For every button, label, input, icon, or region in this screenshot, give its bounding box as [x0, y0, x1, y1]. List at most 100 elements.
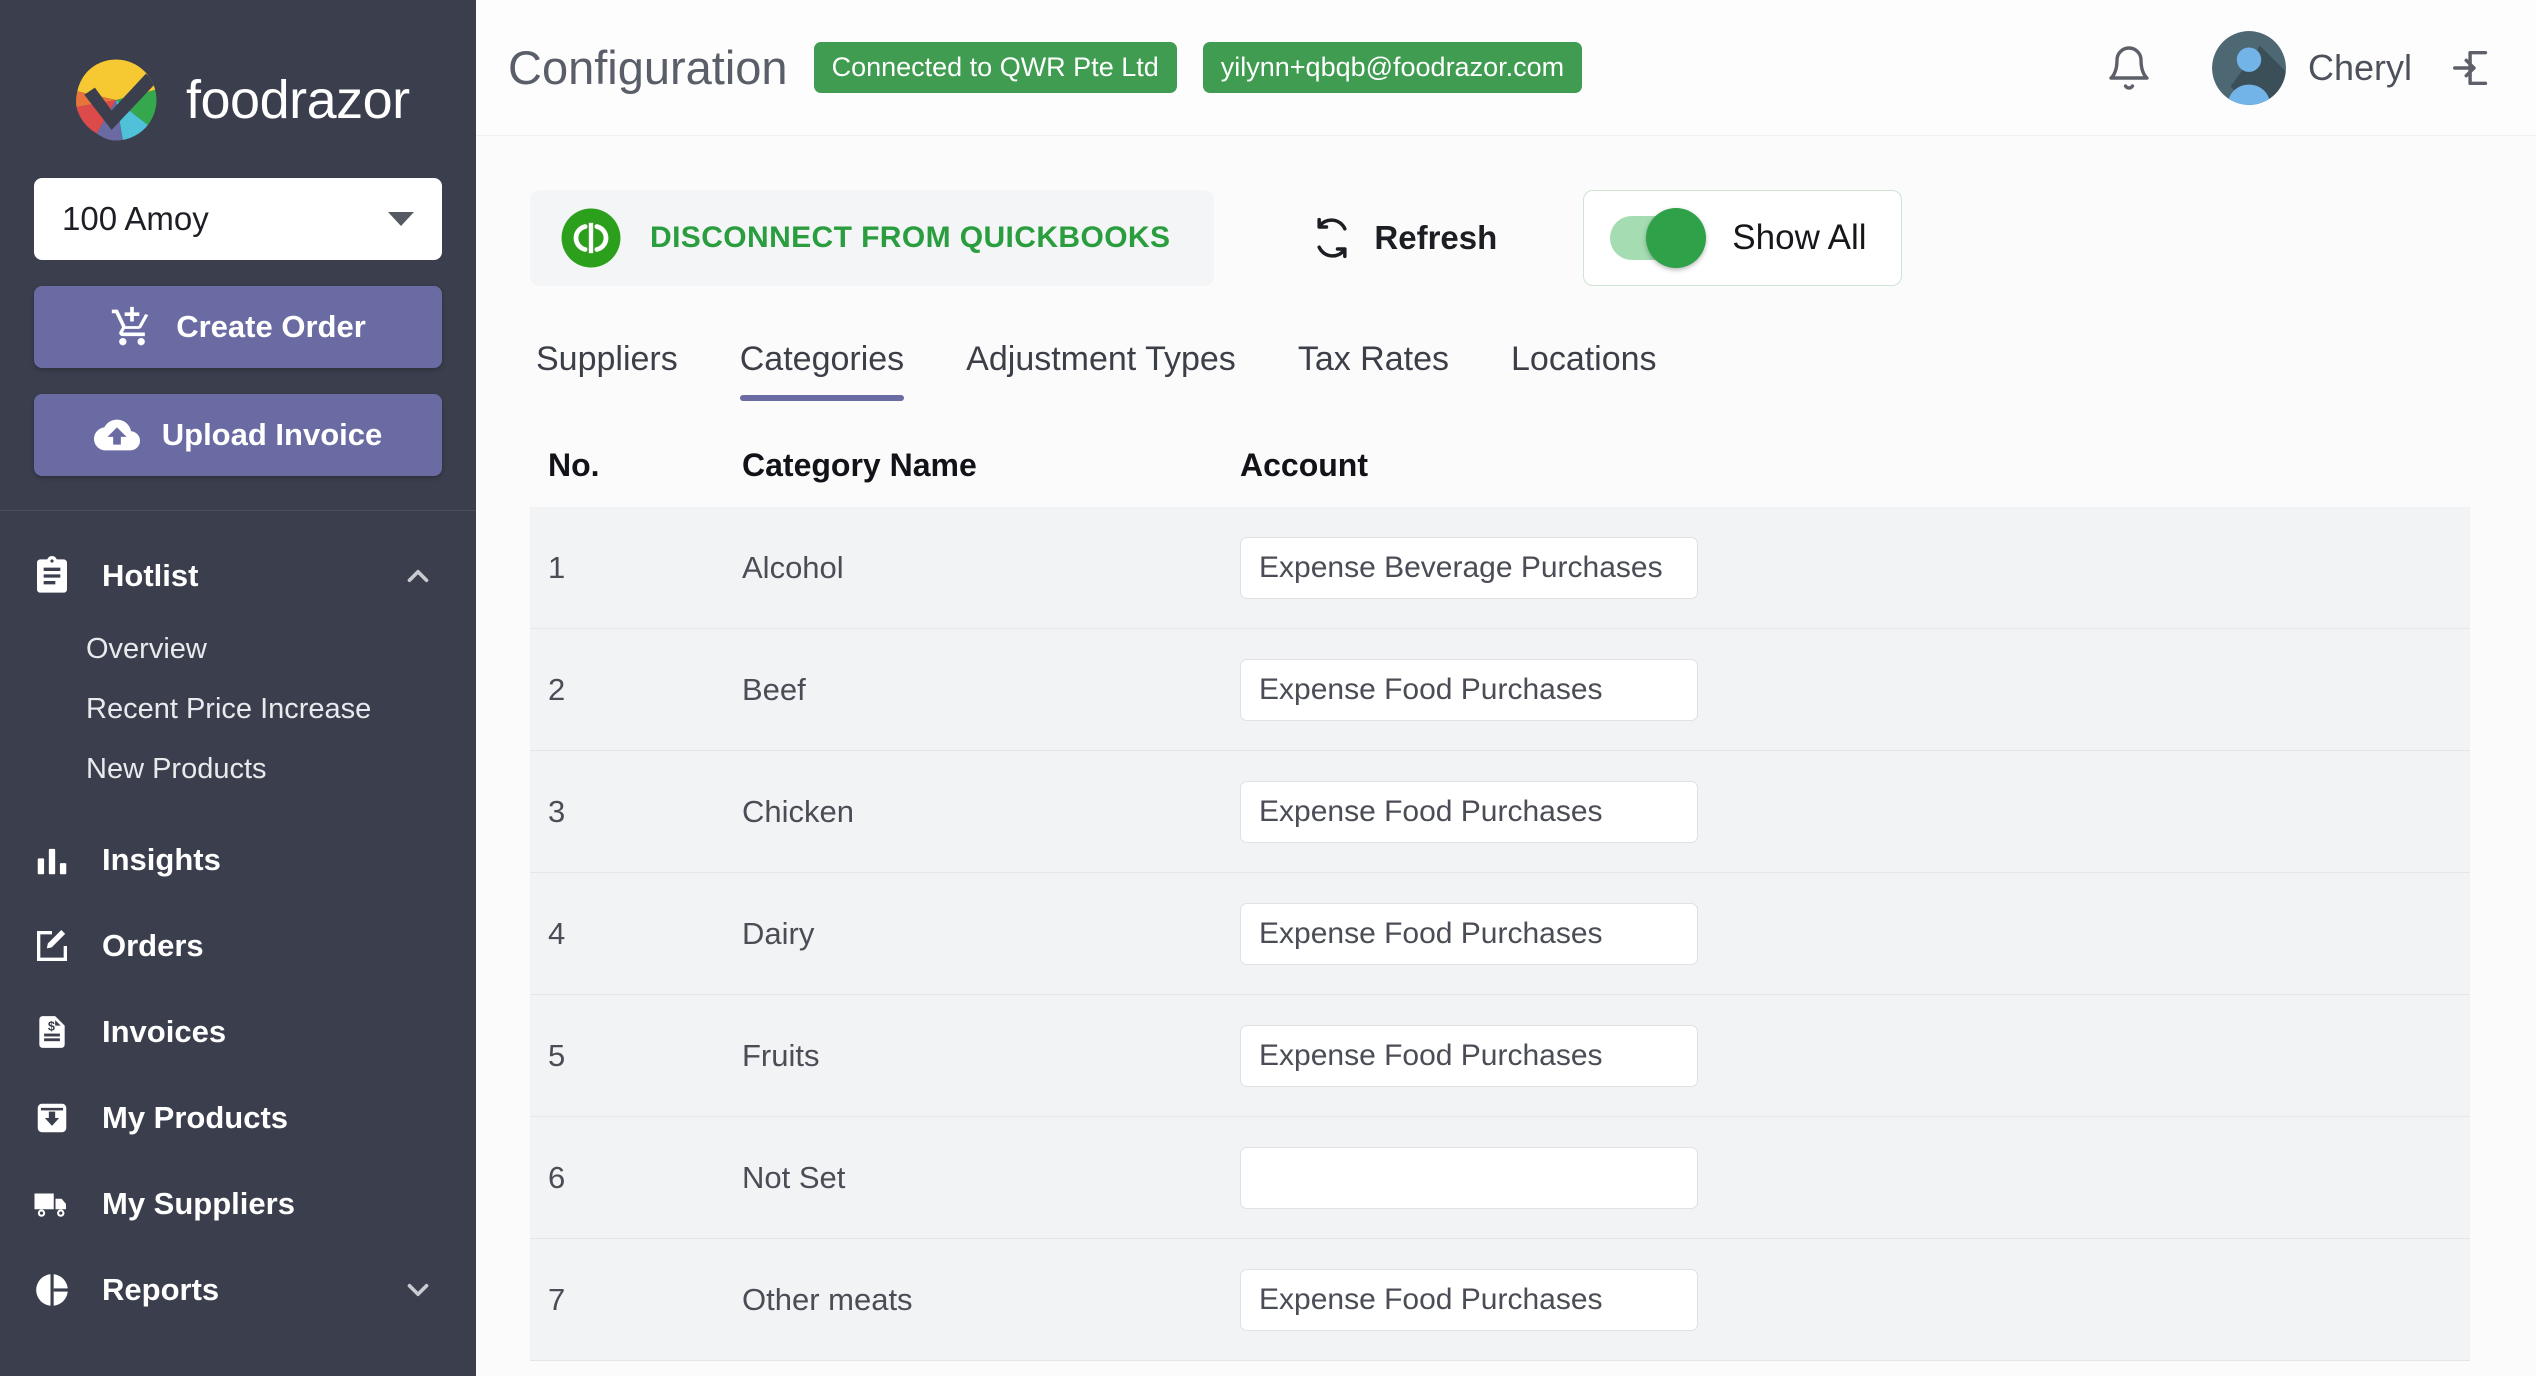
row-no: 4 [548, 916, 742, 952]
quickbooks-logo [560, 207, 622, 269]
avatar[interactable] [2212, 31, 2286, 105]
account-input[interactable]: Expense Food Purchases [1240, 781, 1698, 843]
sidebar-item-orders-label: Orders [102, 928, 436, 964]
table-row: 3 Chicken Expense Food Purchases [530, 751, 2470, 873]
status-badge-connection: Connected to QWR Pte Ltd [814, 42, 1177, 93]
user-name: Cheryl [2308, 47, 2412, 89]
refresh-button[interactable]: Refresh [1310, 216, 1497, 260]
account-input[interactable] [1240, 1147, 1698, 1209]
row-account-cell: Expense Food Purchases [1240, 781, 2470, 843]
edit-square-icon [26, 926, 78, 966]
account-input[interactable]: Expense Food Purchases [1240, 903, 1698, 965]
table-row: 1 Alcohol Expense Beverage Purchases [530, 507, 2470, 629]
sidebar-subitem-overview-label: Overview [86, 633, 207, 666]
tab-suppliers[interactable]: Suppliers [536, 340, 678, 401]
row-no: 1 [548, 550, 742, 586]
bar-chart-icon [26, 841, 78, 879]
row-category-name: Alcohol [742, 550, 1240, 586]
sidebar-subitem-new-products[interactable]: New Products [0, 739, 476, 799]
page-title: Configuration [508, 40, 788, 95]
sidebar-item-orders[interactable]: Orders [0, 903, 476, 989]
tab-bar: Suppliers Categories Adjustment Types Ta… [530, 340, 2536, 401]
disconnect-label: DISCONNECT FROM QUICKBOOKS [650, 221, 1170, 255]
svg-text:$: $ [48, 1020, 55, 1034]
chevron-down-icon[interactable] [400, 1272, 436, 1308]
categories-table: No. Category Name Account 1 Alcohol Expe… [530, 423, 2470, 1361]
toggle-knob [1646, 208, 1706, 268]
tab-categories[interactable]: Categories [740, 340, 904, 401]
upload-invoice-label: Upload Invoice [162, 417, 382, 453]
sidebar-subitem-new-products-label: New Products [86, 753, 267, 786]
bell-icon[interactable] [2102, 41, 2156, 95]
account-input[interactable]: Expense Food Purchases [1240, 659, 1698, 721]
main-content: Configuration Connected to QWR Pte Ltd y… [476, 0, 2536, 1376]
show-all-toggle[interactable]: Show All [1583, 190, 1901, 286]
sidebar-item-reports-label: Reports [102, 1272, 400, 1308]
sidebar-item-my-suppliers-label: My Suppliers [102, 1186, 436, 1222]
chevron-up-icon[interactable] [400, 558, 436, 594]
status-badge-email: yilynn+qbqb@foodrazor.com [1203, 42, 1582, 93]
app-root: foodrazor 100 Amoy Create Order Upload I… [0, 0, 2536, 1376]
table-row: 6 Not Set [530, 1117, 2470, 1239]
box-download-icon [26, 1099, 78, 1137]
table-row: 4 Dairy Expense Food Purchases [530, 873, 2470, 995]
cloud-upload-icon [94, 412, 140, 458]
column-header-name: Category Name [742, 447, 1240, 484]
sidebar-item-invoices[interactable]: $ Invoices [0, 989, 476, 1075]
tab-tax-rates[interactable]: Tax Rates [1298, 340, 1449, 401]
top-bar: Configuration Connected to QWR Pte Ltd y… [476, 0, 2536, 136]
sidebar-subitem-overview[interactable]: Overview [0, 619, 476, 679]
clipboard-icon [26, 556, 78, 596]
sidebar-item-invoices-label: Invoices [102, 1014, 436, 1050]
account-input[interactable]: Expense Beverage Purchases [1240, 537, 1698, 599]
invoice-dollar-icon: $ [26, 1013, 78, 1051]
row-no: 6 [548, 1160, 742, 1196]
upload-invoice-button[interactable]: Upload Invoice [34, 394, 442, 476]
table-row: 5 Fruits Expense Food Purchases [530, 995, 2470, 1117]
tab-adjustment-types[interactable]: Adjustment Types [966, 340, 1236, 401]
refresh-icon [1310, 216, 1354, 260]
brand-logo[interactable]: foodrazor [0, 0, 476, 152]
sidebar-item-my-products[interactable]: My Products [0, 1075, 476, 1161]
sidebar-item-insights[interactable]: Insights [0, 817, 476, 903]
logout-icon[interactable] [2448, 44, 2496, 92]
row-no: 2 [548, 672, 742, 708]
sidebar-subitem-recent-price-increase-label: Recent Price Increase [86, 693, 371, 726]
sidebar-item-reports[interactable]: Reports [0, 1247, 476, 1333]
brand-name: foodrazor [186, 69, 410, 131]
row-account-cell: Expense Food Purchases [1240, 1025, 2470, 1087]
row-category-name: Chicken [742, 794, 1240, 830]
account-input[interactable]: Expense Food Purchases [1240, 1269, 1698, 1331]
sidebar-item-insights-label: Insights [102, 842, 436, 878]
foodrazor-logo-icon [72, 56, 160, 144]
row-category-name: Beef [742, 672, 1240, 708]
row-account-cell [1240, 1147, 2470, 1209]
row-no: 7 [548, 1282, 742, 1318]
row-no: 5 [548, 1038, 742, 1074]
row-no: 3 [548, 794, 742, 830]
row-category-name: Fruits [742, 1038, 1240, 1074]
tab-locations[interactable]: Locations [1511, 340, 1657, 401]
column-header-no: No. [548, 447, 742, 484]
row-account-cell: Expense Food Purchases [1240, 903, 2470, 965]
disconnect-from-quickbooks-button[interactable]: DISCONNECT FROM QUICKBOOKS [530, 190, 1214, 286]
toggle-track [1610, 216, 1702, 260]
row-category-name: Not Set [742, 1160, 1240, 1196]
create-order-label: Create Order [176, 309, 366, 345]
row-account-cell: Expense Beverage Purchases [1240, 537, 2470, 599]
column-header-account: Account [1240, 447, 2470, 484]
org-selector[interactable]: 100 Amoy [34, 178, 442, 260]
org-selector-value: 100 Amoy [62, 200, 209, 238]
account-input[interactable]: Expense Food Purchases [1240, 1025, 1698, 1087]
sidebar-subitem-recent-price-increase[interactable]: Recent Price Increase [0, 679, 476, 739]
row-account-cell: Expense Food Purchases [1240, 659, 2470, 721]
sidebar-item-hotlist[interactable]: Hotlist [0, 533, 476, 619]
sidebar-item-hotlist-label: Hotlist [102, 558, 400, 594]
table-row: 2 Beef Expense Food Purchases [530, 629, 2470, 751]
create-order-button[interactable]: Create Order [34, 286, 442, 368]
chevron-down-icon [388, 212, 414, 226]
show-all-label: Show All [1732, 218, 1866, 258]
sidebar-item-my-suppliers[interactable]: My Suppliers [0, 1161, 476, 1247]
table-row: 7 Other meats Expense Food Purchases [530, 1239, 2470, 1361]
pie-chart-icon [26, 1270, 78, 1310]
